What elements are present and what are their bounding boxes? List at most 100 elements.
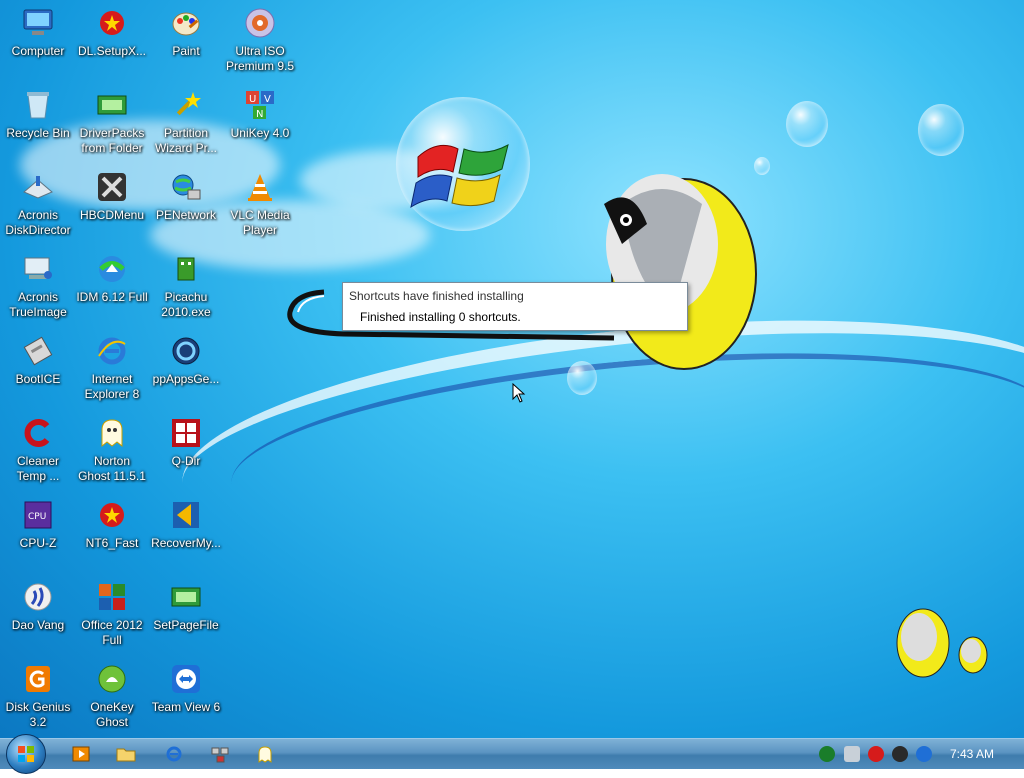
office-icon [95,580,129,614]
start-button[interactable] [6,734,46,774]
diskgenius-icon [21,662,55,696]
eject-icon[interactable] [892,746,908,762]
desktop-icon-label: Office 2012 Full [81,618,143,647]
desktop-icon-computer[interactable]: Computer [0,6,76,59]
desktop-icon-disk-genius[interactable]: Disk Genius 3.2 [0,662,76,730]
desktop-icon-label: NT6_Fast [85,536,139,550]
desktop-icon-unikey[interactable]: UVN UniKey 4.0 [222,88,298,141]
driver-icon [95,88,129,122]
desktop-icon-label: Cleaner Temp ... [16,454,60,483]
desktop-icon-onekey-ghost[interactable]: OneKey Ghost [74,662,150,730]
folder-icon [116,748,136,762]
svg-text:CPU: CPU [28,512,46,522]
desktop-icon-label: RecoverMy... [151,536,221,550]
network-icon [169,170,203,204]
windows-orb-icon [18,746,34,762]
desktop-icon-paint[interactable]: Paint [148,6,224,59]
onekey-icon [95,662,129,696]
taskbar-network-button[interactable] [209,744,231,764]
shortcuts-notification[interactable]: Shortcuts have finished installing Finis… [342,282,688,331]
desktop-icon-label: Team View 6 [151,700,221,714]
svg-text:N: N [256,109,263,120]
tool-icon[interactable] [844,746,860,762]
desktop-icon-label: IDM 6.12 Full [76,290,148,304]
desktop-icon-acronis-trueimage[interactable]: Acronis TrueImage [0,252,76,320]
desktop-icon-recycle-bin[interactable]: Recycle Bin [0,88,76,141]
desktop-icon-label: BootICE [15,372,61,386]
desktop-icon-label: Picachu 2010.exe [161,290,211,319]
desktop-icon-ppappsge[interactable]: ppAppsGe... [148,334,224,387]
desktop-icon-label: Computer [11,44,65,58]
flag-icon[interactable] [868,746,884,762]
desktop-icon-team-view[interactable]: Team View 6 [148,662,224,715]
desktop-icon-dl-setupx[interactable]: DL.SetupX... [74,6,150,59]
recover-icon [169,498,203,532]
globe-icon[interactable] [916,746,932,762]
disc-icon [243,6,277,40]
picachu-icon [169,252,203,286]
ie-bubble-small [918,104,964,156]
desktop-icon-penetwork[interactable]: PENetwork [148,170,224,223]
bootice-icon [21,334,55,368]
notification-title: Shortcuts have finished installing [349,289,524,303]
desktop-icon-cpu-z[interactable]: CPU CPU-Z [0,498,76,551]
media-player-icon [72,746,90,762]
desktop-icon-dao-vang[interactable]: Dao Vang [0,580,76,633]
desktop-icon-ultra-iso[interactable]: Ultra ISO Premium 9.5 [222,6,298,74]
taskbar: 7:43 AM [0,734,1024,774]
computer-icon [21,6,55,40]
desktop-icon-label: VLC Media Player [230,208,290,237]
taskbar-media-player-button[interactable] [70,744,92,764]
ppapps-icon [169,334,203,368]
desktop-icon-internet-explorer[interactable]: Internet Explorer 8 [74,334,150,402]
desktop-icon-label: Internet Explorer 8 [84,372,140,401]
windows-logo-icon [410,144,509,209]
play-icon[interactable] [819,746,835,762]
desktop-icon-setpagefile[interactable]: SetPageFile [148,580,224,633]
tools-icon [95,170,129,204]
notification-message: Finished installing 0 shortcuts. [360,310,521,324]
pagefile-icon [169,580,203,614]
taskbar-clock[interactable]: 7:43 AM [950,747,994,761]
paint-icon [169,6,203,40]
desktop-icon-driverpacks[interactable]: DriverPacks from Folder [74,88,150,156]
desktop-icon-label: DriverPacks from Folder [79,126,145,155]
recycle-bin-icon [21,88,55,122]
desktop-icon-idm[interactable]: IDM 6.12 Full [74,252,150,305]
desktop-icon-partition-wizard[interactable]: Partition Wizard Pr... [148,88,224,156]
desktop-icon-q-dir[interactable]: Q-Dir [148,416,224,469]
ghost-icon [258,746,272,763]
ie-icon [95,334,129,368]
desktop-icon-label: OneKey Ghost [90,700,134,729]
idm-icon [95,252,129,286]
desktop-icon-vlc[interactable]: VLC Media Player [222,170,298,238]
desktop-icon-norton-ghost[interactable]: Norton Ghost 11.5.1 [74,416,150,484]
taskbar-ie-button[interactable] [163,744,185,764]
desktop-icon-hbcdmenu[interactable]: HBCDMenu [74,170,150,223]
desktop-icon-label: DL.SetupX... [77,44,147,58]
windows-logo-bubble [396,97,530,231]
taskbar-ghost-button[interactable] [254,744,276,764]
desktop[interactable]: Computer DL.SetupX... Paint Ultra ISO Pr… [0,0,1024,738]
teamviewer-icon [169,662,203,696]
desktop-icon-nt6-fast[interactable]: NT6_Fast [74,498,150,551]
nt6-icon [95,498,129,532]
small-fish-decoration [896,608,988,678]
desktop-icon-bootice[interactable]: BootICE [0,334,76,387]
taskbar-folder-button[interactable] [115,744,137,764]
desktop-icon-picachu[interactable]: Picachu 2010.exe [148,252,224,320]
desktop-icon-label: Disk Genius 3.2 [5,700,71,729]
desktop-icon-label: UniKey 4.0 [230,126,290,140]
desktop-icon-recovermy[interactable]: RecoverMy... [148,498,224,551]
mouse-cursor-icon [512,383,526,403]
desktop-icon-label: PENetwork [155,208,217,222]
svg-text:U: U [249,94,256,105]
desktop-icon-cleaner-temp[interactable]: Cleaner Temp ... [0,416,76,484]
desktop-icon-office-2012[interactable]: Office 2012 Full [74,580,150,648]
desktop-icon-label: Paint [172,44,200,58]
desktop-icon-label: Dao Vang [11,618,65,632]
ghost-icon [95,416,129,450]
unikey-icon: UVN [243,88,277,122]
desktop-icon-label: SetPageFile [153,618,219,632]
desktop-icon-acronis-diskdirector[interactable]: Acronis DiskDirector [0,170,76,238]
